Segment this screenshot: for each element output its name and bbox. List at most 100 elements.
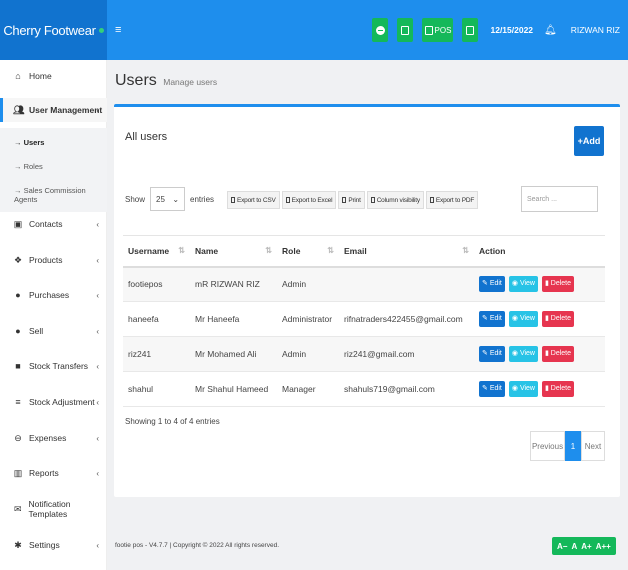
- sidebar: ⌂ Home 👥︎ User Management ‹ → Users → Roles…: [0, 60, 107, 570]
- edit-button[interactable]: ✎ Edit: [479, 346, 505, 362]
- database-icon: ≡: [15, 397, 21, 407]
- previous-page-button[interactable]: Previous: [530, 431, 565, 461]
- cell-actions: ✎ Edit ◉ View ▮ Delete: [474, 266, 605, 302]
- home-icon: ⌂: [15, 71, 21, 81]
- column-header-role[interactable]: Role ⇅: [277, 235, 339, 268]
- font-reset-button[interactable]: A: [571, 542, 577, 551]
- sort-icon: ⇅: [265, 246, 272, 255]
- sidebar-item-contacts[interactable]: ▣ Contacts ‹: [0, 212, 107, 236]
- chevron-down-icon: ‹: [96, 105, 99, 115]
- current-date: 12/15/2022: [490, 25, 534, 35]
- button-label: Delete: [550, 385, 572, 392]
- brand-logo[interactable]: Cherry Footwear: [0, 0, 107, 60]
- user-menu[interactable]: RIZWAN RIZ: [571, 25, 620, 35]
- sidebar-item-expenses[interactable]: ⊖ Expenses ‹: [0, 426, 107, 450]
- next-page-button[interactable]: Next: [581, 431, 605, 461]
- delete-button[interactable]: ▮ Delete: [541, 381, 575, 397]
- header-label: Email: [344, 245, 367, 256]
- chevron-down-icon: ⌄: [172, 194, 180, 204]
- font-increase-button[interactable]: A+: [581, 542, 591, 551]
- cog-icon: ✱: [14, 539, 22, 550]
- submenu-item-users[interactable]: → Users: [14, 138, 44, 147]
- chevron-icon: ‹: [96, 540, 99, 550]
- columns-icon: [370, 197, 375, 203]
- cell-name: mR RIZWAN RIZ: [190, 266, 277, 302]
- button-label: Delete: [550, 315, 572, 322]
- sidebar-item-stock-adjustment[interactable]: ≡ Stock Adjustment ‹: [0, 390, 107, 414]
- delete-button[interactable]: ▮ Delete: [541, 346, 575, 362]
- chevron-icon: ‹: [96, 290, 99, 300]
- view-button[interactable]: ◉ View: [508, 276, 538, 293]
- cell-email: [339, 266, 474, 302]
- delete-button[interactable]: ▮ Delete: [541, 311, 575, 327]
- edit-button[interactable]: ✎ Edit: [479, 381, 505, 397]
- submenu-label: Users: [23, 138, 45, 147]
- view-button[interactable]: ◉ View: [508, 381, 538, 397]
- file-icon: [231, 197, 235, 203]
- sidebar-item-sell[interactable]: ● Sell ‹: [0, 319, 107, 343]
- submenu-item-roles[interactable]: → Roles: [14, 162, 43, 171]
- sidebar-item-notification-templates[interactable]: ✉ Notification Templates: [0, 497, 107, 521]
- export-csv-button[interactable]: Export to CSV: [227, 191, 280, 209]
- envelope-icon: ✉: [13, 503, 22, 514]
- view-button[interactable]: ◉ View: [508, 346, 538, 362]
- submenu-label: Sales Commission Agents: [14, 186, 86, 204]
- button-label: Export to CSV: [237, 196, 276, 204]
- column-header-name[interactable]: Name ⇅: [190, 235, 277, 268]
- main-content: Users Manage users All users +Add Show 2…: [107, 60, 628, 570]
- sidebar-item-user-management[interactable]: 👥︎ User Management ‹: [0, 98, 107, 122]
- export-pdf-button[interactable]: Export to PDF: [425, 191, 479, 209]
- edit-button[interactable]: ✎ Edit: [479, 311, 505, 327]
- delete-button[interactable]: ▮ Delete: [541, 276, 575, 293]
- navbar: ≡ POS 12/15/2022 🔔︎ RIZWAN RIZ: [107, 0, 628, 60]
- calculator-button[interactable]: [397, 18, 414, 42]
- cell-name: Mr Mohamed Ali: [190, 336, 277, 372]
- print-button[interactable]: Print: [338, 191, 365, 209]
- register-button[interactable]: [462, 18, 479, 42]
- minus-circle-icon: ⊖: [14, 432, 22, 443]
- box-title: All users: [125, 131, 168, 143]
- entries-label: entries: [190, 194, 215, 204]
- sidebar-item-label: Sell: [29, 326, 44, 336]
- export-excel-button[interactable]: Export to Excel: [281, 191, 337, 209]
- chevron-icon: ‹: [96, 219, 99, 229]
- sidebar-item-reports[interactable]: ▥ Reports ‹: [0, 461, 107, 485]
- bell-icon[interactable]: 🔔︎: [544, 25, 557, 36]
- sidebar-item-purchases[interactable]: ● Purchases ‹: [0, 283, 107, 307]
- font-increase-more-button[interactable]: A++: [596, 542, 611, 551]
- cell-name: Mr Shahul Hameed: [190, 371, 277, 407]
- menu-toggle-icon[interactable]: ≡: [115, 24, 121, 36]
- cell-email: rifnatraders422455@gmail.com: [339, 301, 474, 337]
- chevron-icon: ‹: [96, 255, 99, 265]
- cell-username: riz241: [123, 336, 190, 372]
- font-decrease-button[interactable]: A−: [557, 542, 567, 551]
- entries-select[interactable]: 25 ⌄: [150, 187, 186, 211]
- edit-button[interactable]: ✎ Edit: [479, 276, 505, 293]
- add-button[interactable]: [372, 18, 389, 42]
- page-title: Users Manage users: [115, 72, 217, 90]
- page-1-button[interactable]: 1: [565, 431, 581, 461]
- sidebar-item-products[interactable]: ❖ Products ‹: [0, 248, 107, 272]
- table-info: Showing 1 to 4 of 4 entries: [125, 417, 220, 426]
- submenu-item-sales-commission-agents[interactable]: → Sales Commission Agents: [14, 186, 107, 204]
- column-header-email[interactable]: Email ⇅: [339, 235, 474, 268]
- sidebar-item-label: Expenses: [29, 433, 67, 443]
- sidebar-item-stock-transfers[interactable]: ■ Stock Transfers ‹: [0, 354, 107, 378]
- chevron-icon: ‹: [96, 326, 99, 336]
- page-title-text: Users: [115, 72, 157, 89]
- button-label: View: [519, 280, 535, 288]
- search-input[interactable]: Search ...: [521, 186, 598, 212]
- sidebar-item-home[interactable]: ⌂ Home: [0, 64, 107, 88]
- view-button[interactable]: ◉ View: [508, 311, 538, 327]
- add-user-button[interactable]: +Add: [574, 126, 604, 156]
- button-label: Edit: [489, 385, 502, 392]
- pos-button[interactable]: POS: [422, 18, 454, 42]
- sort-asc-icon: ⇅: [178, 246, 185, 255]
- sidebar-item-settings[interactable]: ✱ Settings ‹: [0, 533, 107, 557]
- cell-email: shahuls719@gmail.com: [339, 371, 474, 407]
- truck-icon: ■: [15, 361, 21, 371]
- plus-circle-icon: [375, 25, 385, 35]
- button-label: Column visibility: [376, 196, 420, 204]
- column-visibility-button[interactable]: Column visibility: [366, 191, 424, 209]
- column-header-username[interactable]: Username ⇅: [123, 235, 190, 268]
